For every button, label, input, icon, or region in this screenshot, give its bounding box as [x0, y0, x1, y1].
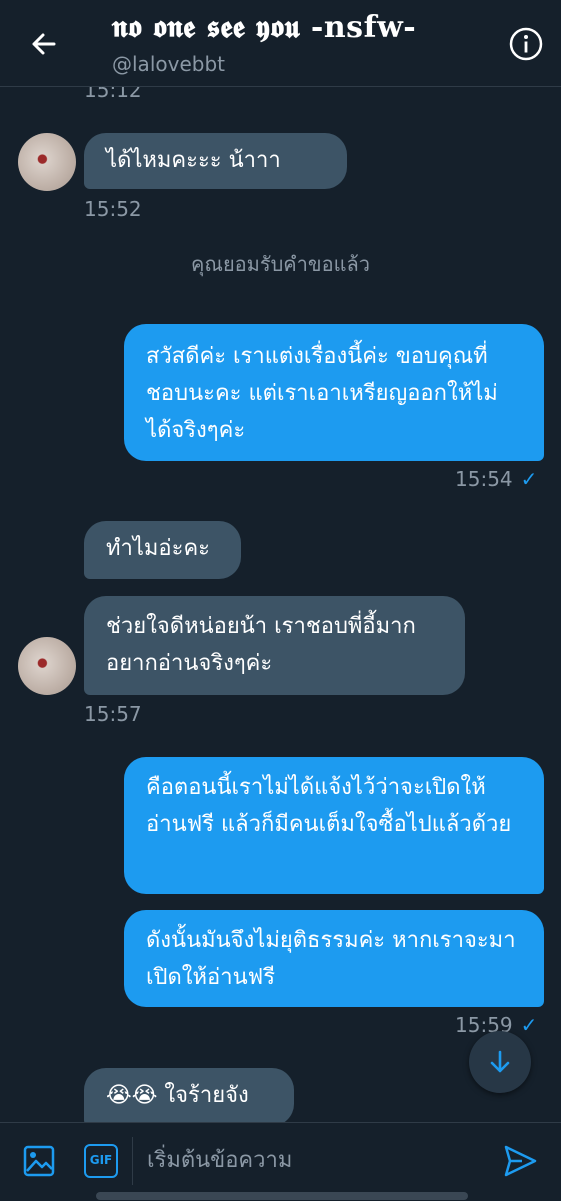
request-accepted-notice: คุณยอมรับคำขอแล้ว	[191, 252, 370, 276]
outgoing-message[interactable]: สวัสดีค่ะ เราแต่งเรื่องนี้ค่ะ ขอบคุณที่ช…	[124, 324, 544, 461]
conversation-handle[interactable]: @lalovebbt	[112, 52, 225, 76]
outgoing-message[interactable]: คือตอนนี้เราไม่ได้แจ้งไว้ว่าจะเปิดให้อ่า…	[124, 757, 544, 894]
message-list[interactable]: 15:12 ได้ไหมคะะะ น้าาา 15:52 คุณยอมรับคำ…	[0, 86, 561, 1122]
scroll-to-bottom-button[interactable]	[469, 1031, 531, 1093]
avatar[interactable]	[18, 637, 76, 695]
outgoing-message[interactable]: ดังนั้นมันจึงไม่ยุติธรรมค่ะ หากเราจะมาเป…	[124, 910, 544, 1007]
incoming-message[interactable]: ช่วยใจดีหน่อยน้า เราชอบพี่อี้มาก อยากอ่า…	[84, 596, 465, 695]
chat-header: 𝖓𝖔 𝖔𝖓𝖊 𝖘𝖊𝖊 𝖞𝖔𝖚 -nsfw- @lalovebbt	[0, 0, 561, 87]
send-icon[interactable]	[500, 1141, 540, 1181]
timestamp-text: 15:54	[455, 467, 513, 491]
avatar[interactable]	[18, 133, 76, 191]
gif-icon[interactable]: GIF	[84, 1144, 118, 1178]
message-timestamp: 15:57	[84, 702, 142, 726]
message-timestamp: 15:52	[84, 197, 142, 221]
arrow-left-icon[interactable]	[24, 24, 64, 64]
arrow-down-icon	[490, 1050, 510, 1073]
read-check-icon: ✓	[520, 1013, 538, 1037]
read-check-icon: ✓	[520, 467, 538, 491]
conversation-title[interactable]: 𝖓𝖔 𝖔𝖓𝖊 𝖘𝖊𝖊 𝖞𝖔𝖚 -nsfw-	[112, 10, 416, 45]
message-timestamp: 15:54 ✓	[455, 467, 537, 491]
incoming-message[interactable]: ได้ไหมคะะะ น้าาา	[84, 133, 347, 189]
incoming-message[interactable]: ทำไมอ่ะคะ	[84, 521, 241, 579]
home-indicator	[96, 1192, 468, 1200]
image-icon[interactable]	[22, 1144, 56, 1178]
info-circle-icon[interactable]	[506, 24, 546, 64]
message-input[interactable]: เริ่มต้นข้อความ	[132, 1137, 472, 1185]
message-composer: GIF เริ่มต้นข้อความ	[0, 1122, 561, 1201]
message-timestamp: 15:12	[84, 86, 142, 102]
incoming-message[interactable]: 😭😭 ใจร้ายจัง	[84, 1068, 294, 1122]
